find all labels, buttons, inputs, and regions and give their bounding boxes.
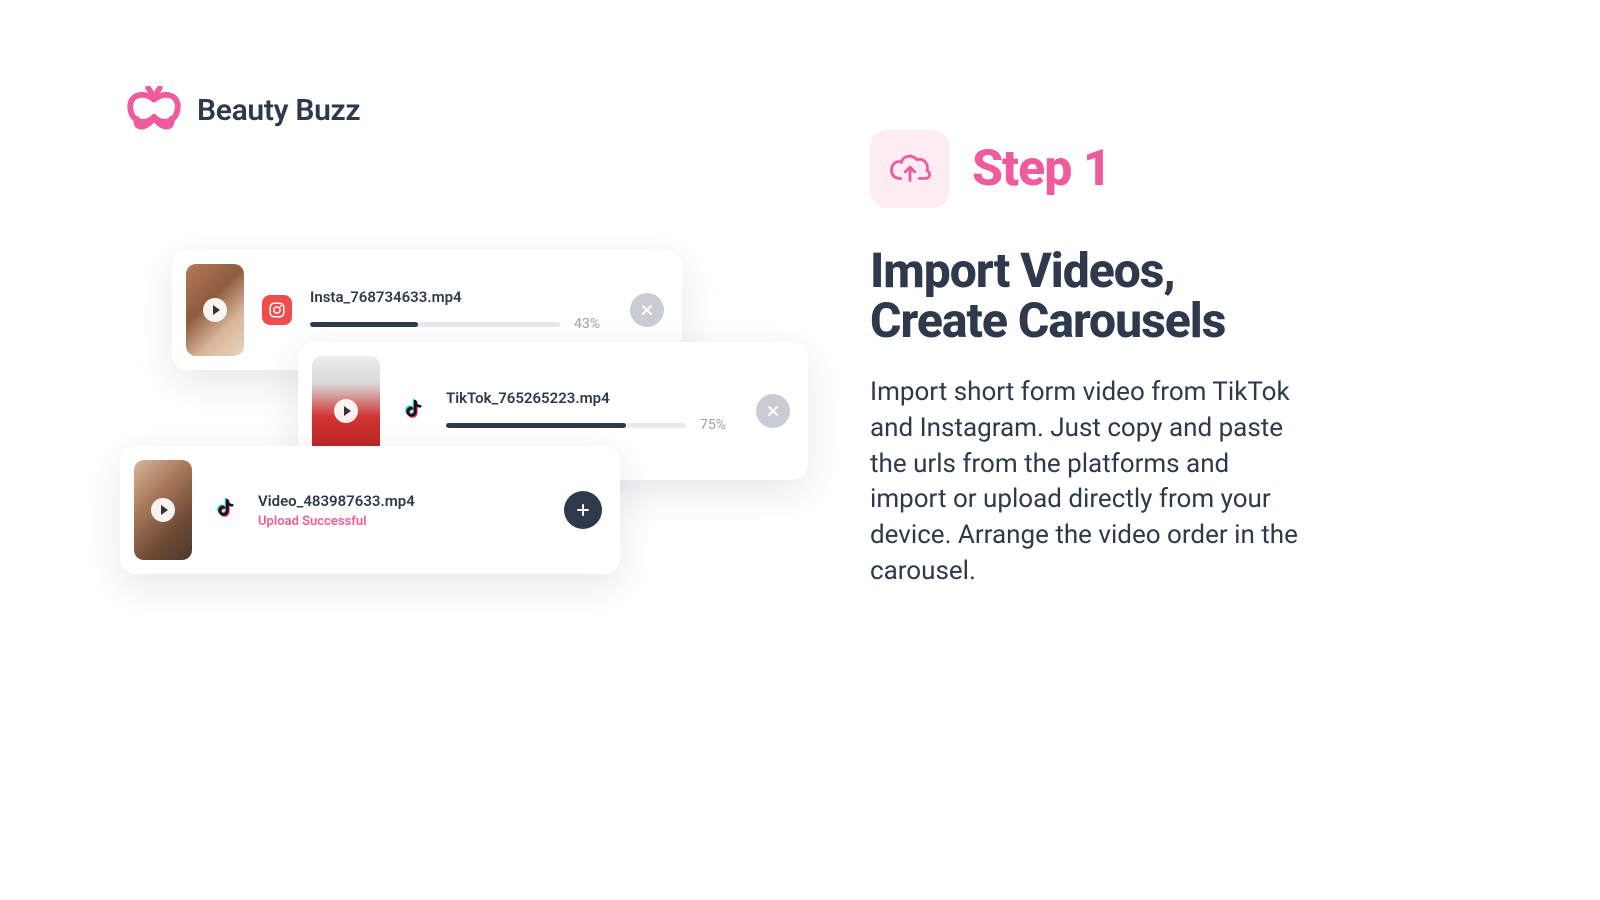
upload-percent: 43%: [574, 316, 612, 332]
upload-filename: Insta_768734633.mp4: [310, 288, 612, 306]
upload-cards: Insta_768734633.mp4 43%: [120, 250, 820, 670]
play-icon: [151, 498, 175, 522]
step-headline: Import Videos, Create Carousels: [870, 246, 1300, 347]
step-body: Import short form video from TikTok and …: [870, 375, 1300, 590]
butterfly-icon: [125, 86, 183, 134]
step-panel: Step 1 Import Videos, Create Carousels I…: [870, 130, 1300, 590]
cancel-upload-button[interactable]: [630, 293, 664, 327]
cancel-upload-button[interactable]: [756, 394, 790, 428]
tiktok-icon: [210, 495, 240, 525]
upload-progress: 75%: [446, 417, 738, 433]
brand-logo: Beauty Buzz: [125, 86, 360, 134]
step-header: Step 1: [870, 130, 1300, 208]
tiktok-icon: [398, 396, 428, 426]
upload-percent: 75%: [700, 417, 738, 433]
play-icon: [203, 298, 227, 322]
upload-progress: 43%: [310, 316, 612, 332]
cloud-upload-icon: [870, 130, 950, 208]
upload-filename: TikTok_765265223.mp4: [446, 389, 738, 407]
video-thumbnail[interactable]: [134, 460, 192, 560]
upload-filename: Video_483987633.mp4: [258, 492, 546, 510]
add-to-carousel-button[interactable]: [564, 491, 602, 529]
upload-status: Upload Successful: [258, 514, 546, 529]
upload-card: Video_483987633.mp4 Upload Successful: [120, 446, 620, 574]
step-number: Step 1: [972, 140, 1111, 198]
instagram-icon: [262, 295, 292, 325]
play-icon: [334, 399, 358, 423]
video-thumbnail[interactable]: [186, 264, 244, 356]
brand-name: Beauty Buzz: [197, 93, 360, 128]
